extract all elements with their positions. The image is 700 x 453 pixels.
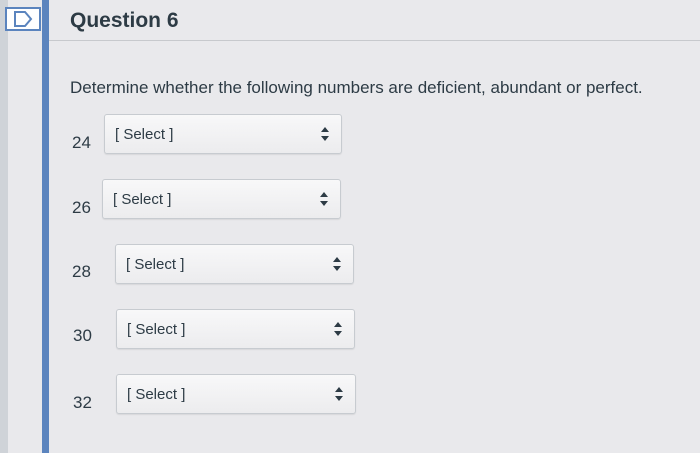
left-edge-strip <box>0 0 8 453</box>
up-down-arrows-icon <box>334 322 342 336</box>
select-value: [ Select ] <box>126 256 185 273</box>
number-label-32: 32 <box>73 393 92 412</box>
flag-question-icon[interactable] <box>4 6 42 32</box>
number-label-26: 26 <box>72 198 91 217</box>
number-label-28: 28 <box>72 262 91 281</box>
select-value: [ Select ] <box>113 191 172 208</box>
select-value: [ Select ] <box>127 321 186 338</box>
up-down-arrows-icon <box>333 257 341 271</box>
answer-select-30[interactable]: [ Select ] <box>116 309 355 349</box>
question-header: Question 6 <box>49 0 700 41</box>
number-label-24: 24 <box>72 133 91 152</box>
up-down-arrows-icon <box>321 127 329 141</box>
number-label-30: 30 <box>73 326 92 345</box>
question-title: Question 6 <box>70 9 179 32</box>
up-down-arrows-icon <box>335 387 343 401</box>
question-instructions: Determine whether the following numbers … <box>70 78 643 97</box>
select-value: [ Select ] <box>115 126 174 143</box>
answer-select-26[interactable]: [ Select ] <box>102 179 341 219</box>
up-down-arrows-icon <box>320 192 328 206</box>
question-accent-bar <box>42 0 49 453</box>
answer-select-32[interactable]: [ Select ] <box>116 374 356 414</box>
answer-select-24[interactable]: [ Select ] <box>104 114 342 154</box>
answer-select-28[interactable]: [ Select ] <box>115 244 354 284</box>
select-value: [ Select ] <box>127 386 186 403</box>
